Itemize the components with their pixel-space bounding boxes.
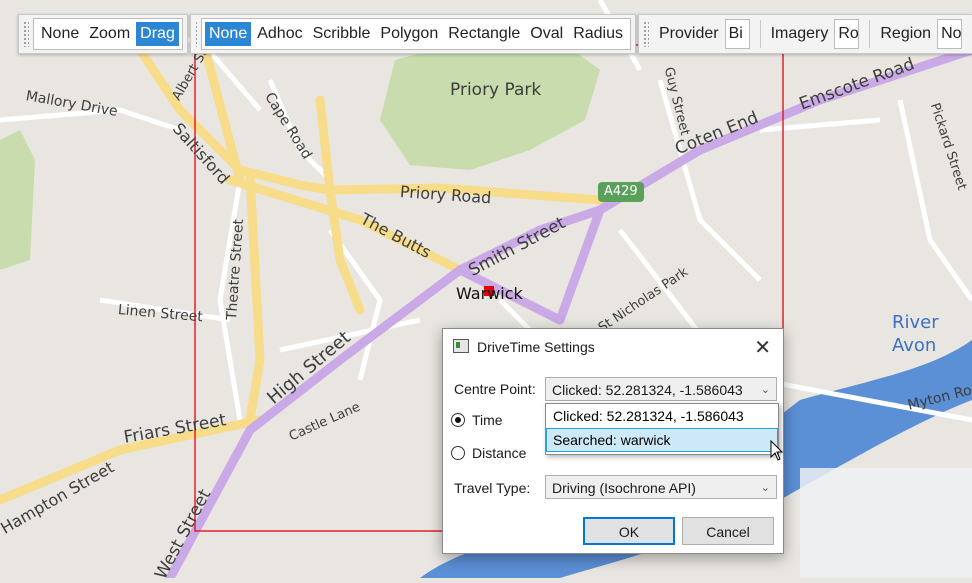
toolbar-grip[interactable] <box>195 21 197 47</box>
mouse-cursor-icon <box>770 440 784 461</box>
centre-point-value: Clicked: 52.281324, -1.586043 <box>552 382 743 398</box>
provider-combo[interactable]: Bi <box>724 19 750 49</box>
distance-radio[interactable] <box>451 446 465 460</box>
chevron-down-icon: ⌄ <box>760 482 770 494</box>
dropdown-option-searched[interactable]: Searched: warwick <box>546 428 778 452</box>
window-icon <box>453 339 469 353</box>
map-label-priory-park: Priory Park <box>450 80 542 100</box>
mode-button-group: None Zoom Drag <box>33 18 183 50</box>
draw-rectangle-button[interactable]: Rectangle <box>444 22 524 46</box>
region-combo[interactable]: No <box>937 19 963 49</box>
region-label: Region <box>880 25 932 42</box>
provider-toolbar: Provider Bi Imagery Ro Region No <box>638 14 972 54</box>
draw-none-button[interactable]: None <box>204 22 252 46</box>
map-label-a429: A429 <box>604 184 638 199</box>
mode-drag-button[interactable]: Drag <box>136 22 179 46</box>
toolbar-grip[interactable] <box>23 21 29 47</box>
travel-type-value: Driving (Isochrone API) <box>552 480 696 496</box>
draw-radius-button[interactable]: Radius <box>569 22 627 46</box>
dialog-title: DriveTime Settings <box>477 339 595 355</box>
map-label-avon: Avon <box>892 335 937 356</box>
travel-type-combo[interactable]: Driving (Isochrone API) ⌄ <box>545 475 777 499</box>
time-radio[interactable] <box>451 413 465 427</box>
mode-toolbar: None Zoom Drag <box>18 14 188 54</box>
draw-scribble-button[interactable]: Scribble <box>309 22 375 46</box>
map-label-warwick: Warwick <box>456 284 523 303</box>
dialog-title-bar: DriveTime Settings <box>453 339 595 355</box>
distance-label[interactable]: Distance <box>472 445 526 461</box>
toolbar-grip[interactable] <box>643 21 649 47</box>
draw-polygon-button[interactable]: Polygon <box>376 22 442 46</box>
provider-label: Provider <box>659 25 719 42</box>
time-label[interactable]: Time <box>472 412 503 428</box>
draw-toolbar: None Adhoc Scribble Polygon Rectangle Ov… <box>190 14 636 54</box>
mode-none-button[interactable]: None <box>37 22 83 46</box>
centre-point-dropdown-list: Clicked: 52.281324, -1.586043 Searched: … <box>545 403 779 455</box>
draw-oval-button[interactable]: Oval <box>526 22 567 46</box>
park-area-left <box>0 130 35 270</box>
minimap[interactable] <box>800 468 972 578</box>
cancel-button[interactable]: Cancel <box>682 517 774 545</box>
imagery-combo[interactable]: Ro <box>834 19 860 49</box>
toolbar-separator <box>759 20 761 48</box>
toolbar-separator <box>869 20 871 48</box>
draw-adhoc-button[interactable]: Adhoc <box>253 22 306 46</box>
centre-point-combo[interactable]: Clicked: 52.281324, -1.586043 ⌄ <box>545 377 777 401</box>
imagery-label: Imagery <box>770 25 829 42</box>
close-icon[interactable]: ✕ <box>754 335 771 360</box>
dropdown-option-clicked[interactable]: Clicked: 52.281324, -1.586043 <box>546 404 778 428</box>
mode-zoom-button[interactable]: Zoom <box>85 22 134 46</box>
map-label-river: River <box>892 312 939 333</box>
chevron-down-icon: ⌄ <box>760 384 770 396</box>
travel-type-label: Travel Type: <box>454 480 531 496</box>
centre-point-label: Centre Point: <box>454 381 536 397</box>
draw-button-group: None Adhoc Scribble Polygon Rectangle Ov… <box>200 18 631 50</box>
ok-button[interactable]: OK <box>583 517 675 545</box>
